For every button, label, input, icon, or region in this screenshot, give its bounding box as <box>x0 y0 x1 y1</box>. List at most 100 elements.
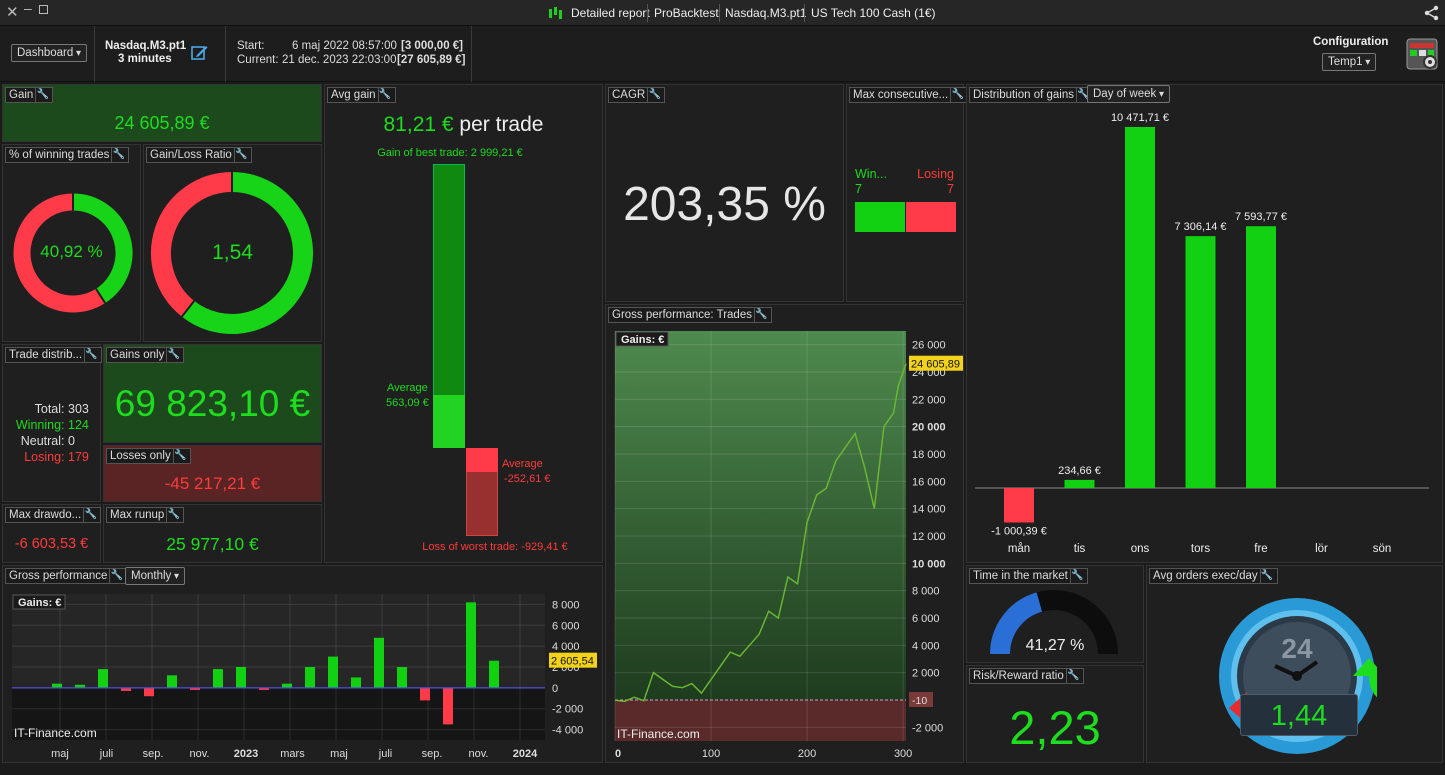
gross-monthly-bar <box>374 637 384 688</box>
view-select[interactable]: Dashboard <box>11 44 88 62</box>
wrench-icon[interactable]: 🔧 <box>35 88 49 102</box>
wrench-icon[interactable]: 🔧 <box>109 569 123 583</box>
minimize-icon[interactable]: ‒ <box>24 0 32 16</box>
gross-trades-y-tick: 12 000 <box>912 531 946 543</box>
gross-trades-zero-value: -10 <box>912 695 927 707</box>
configuration-icon[interactable] <box>1406 38 1438 73</box>
max-consecutive-title-label: Max consecutive... <box>853 89 949 101</box>
cagr-value: 203,35 % <box>623 178 826 231</box>
winning-pct-title[interactable]: % of winning trades 🔧 <box>5 147 130 163</box>
wrench-icon[interactable]: 🔧 <box>753 308 768 322</box>
configuration-select[interactable]: Temp1 <box>1322 53 1377 71</box>
gain-title[interactable]: Gain 🔧 <box>5 87 54 103</box>
avg-gain-label: Average <box>387 382 428 394</box>
gross-monthly-bar <box>236 667 246 688</box>
tab-probacktest[interactable]: ProBacktest <box>654 6 719 20</box>
gain-panel: Gain 🔧 24 605,89 € <box>2 84 322 142</box>
gross-monthly-x-tick: nov. <box>469 748 489 760</box>
win-label: Win... <box>855 167 887 181</box>
gross-monthly-x-tick: maj <box>330 748 348 760</box>
gains-only-title[interactable]: Gains only 🔧 <box>106 347 185 363</box>
gross-monthly-x-tick: juli <box>99 748 113 760</box>
distribution-title-label: Distribution of gains <box>973 89 1074 101</box>
gross-monthly-bar <box>420 687 430 701</box>
distribution-bar <box>1185 236 1216 488</box>
wrench-icon[interactable]: 🔧 <box>647 88 661 102</box>
cagr-title[interactable]: CAGR 🔧 <box>608 87 666 103</box>
trade-distrib-title[interactable]: Trade distrib... 🔧 <box>5 347 103 363</box>
distribution-value-label: 7 306,14 € <box>1175 221 1227 233</box>
current-capital: [27 605,89 €] <box>397 54 466 66</box>
trade-distrib-panel: Trade distrib... 🔧 Total: 303 Winning: 12… <box>2 344 103 502</box>
distribution-value-label: 7 593,77 € <box>1235 211 1287 223</box>
system-name: Nasdaq.M3.pt1 <box>105 40 187 52</box>
tab-system-name[interactable]: Nasdaq.M3.pt1 <box>725 6 806 20</box>
gross-trades-y-tick: 14 000 <box>912 504 946 516</box>
gross-trades-y-tick: 16 000 <box>912 476 946 488</box>
wrench-icon[interactable]: 🔧 <box>172 449 187 463</box>
gross-trades-chart: 26 00024 00022 00020 00018 00016 00014 0… <box>614 331 963 760</box>
max-runup-title-label: Max runup <box>110 509 165 521</box>
gross-monthly-x-tick: 2023 <box>234 748 258 760</box>
wrench-icon[interactable]: 🔧 <box>377 88 392 102</box>
gain-loss-panel: Gain/Loss Ratio 🔧 1,54 <box>143 144 322 342</box>
gross-trades-y-tick: 18 000 <box>912 449 946 461</box>
wrench-icon[interactable]: 🔧 <box>233 148 248 162</box>
gross-trades-panel: Gross performance: Trades 🔧 26 000 24 000 2… <box>605 304 964 763</box>
winning-pct-title-label: % of winning trades <box>9 149 110 161</box>
distribution-value-label: -1 000,39 € <box>991 525 1047 537</box>
share-icon[interactable] <box>1424 5 1440 24</box>
wrench-icon[interactable]: 🔧 <box>166 348 180 362</box>
avg-gain-value: 81,21 € <box>383 113 454 136</box>
avg-orders-title-label: Avg orders exec/day <box>1153 570 1258 582</box>
max-drawdown-title[interactable]: Max drawdo... 🔧 <box>5 507 102 523</box>
gross-trades-series-label: Gains: € <box>621 334 664 346</box>
gross-trades-positive-area <box>615 331 906 700</box>
max-consecutive-title[interactable]: Max consecutive... 🔧 <box>849 87 969 103</box>
close-icon[interactable]: ✕ <box>6 3 19 21</box>
tab-detailed-report[interactable]: Detailed report <box>571 6 650 20</box>
gross-monthly-bar <box>351 677 361 688</box>
losses-only-value: -45 217,21 € <box>164 474 261 493</box>
losing-label: Losing: <box>24 450 65 464</box>
max-drawdown-title-label: Max drawdo... <box>9 509 82 521</box>
risk-reward-panel: Risk/Reward ratio 🔧 2,23 <box>966 665 1144 763</box>
gross-monthly-period-select[interactable]: Monthly <box>125 567 186 585</box>
wrench-icon[interactable]: 🔧 <box>950 88 964 102</box>
avg-orders-title[interactable]: Avg orders exec/day 🔧 <box>1149 568 1278 584</box>
wrench-icon[interactable]: 🔧 <box>83 508 97 522</box>
losses-only-title[interactable]: Losses only 🔧 <box>106 448 191 464</box>
distribution-period-select[interactable]: Day of week <box>1087 85 1171 103</box>
risk-reward-title[interactable]: Risk/Reward ratio 🔧 <box>969 668 1084 684</box>
edit-icon[interactable] <box>191 44 208 64</box>
time-in-market-title[interactable]: Time in the market 🔧 <box>969 568 1088 584</box>
gross-monthly-title[interactable]: Gross performance 🔧 <box>5 568 128 584</box>
total-value: 303 <box>68 402 89 416</box>
gross-monthly-bar <box>144 687 154 697</box>
gross-monthly-bar <box>305 667 315 688</box>
title-bar: ✕ ‒ Detailed report ProBacktest Nasdaq.M… <box>0 0 1445 26</box>
distribution-value-label: 234,66 € <box>1058 465 1101 477</box>
distribution-category-label: ons <box>1131 543 1150 555</box>
wrench-icon[interactable]: 🔧 <box>166 508 180 522</box>
max-runup-title[interactable]: Max runup 🔧 <box>106 507 185 523</box>
gross-monthly-series-label: Gains: € <box>18 597 61 609</box>
distribution-title[interactable]: Distribution of gains 🔧 <box>969 87 1094 103</box>
gross-trades-x-tick: 300 <box>894 748 912 760</box>
wrench-icon[interactable]: 🔧 <box>111 148 125 162</box>
avg-gain-title[interactable]: Avg gain 🔧 <box>327 87 396 103</box>
wrench-icon[interactable]: 🔧 <box>1259 569 1274 583</box>
avg-gain-unit: per trade <box>459 113 544 136</box>
gross-trades-title[interactable]: Gross performance: Trades 🔧 <box>608 307 772 323</box>
wrench-icon[interactable]: 🔧 <box>1069 569 1084 583</box>
total-label: Total: <box>34 402 65 416</box>
gross-trades-x-tick: 0 <box>615 748 621 760</box>
wrench-icon[interactable]: 🔧 <box>84 348 98 362</box>
gain-loss-title[interactable]: Gain/Loss Ratio 🔧 <box>146 147 252 163</box>
restore-icon[interactable] <box>39 5 48 14</box>
gross-monthly-bar <box>466 602 476 688</box>
tab-instrument[interactable]: US Tech 100 Cash (1€) <box>811 6 936 20</box>
wrench-icon[interactable]: 🔧 <box>1065 669 1080 683</box>
gross-trades-y-tick: 6 000 <box>912 613 940 625</box>
avg-loss-label: Average <box>502 458 543 470</box>
